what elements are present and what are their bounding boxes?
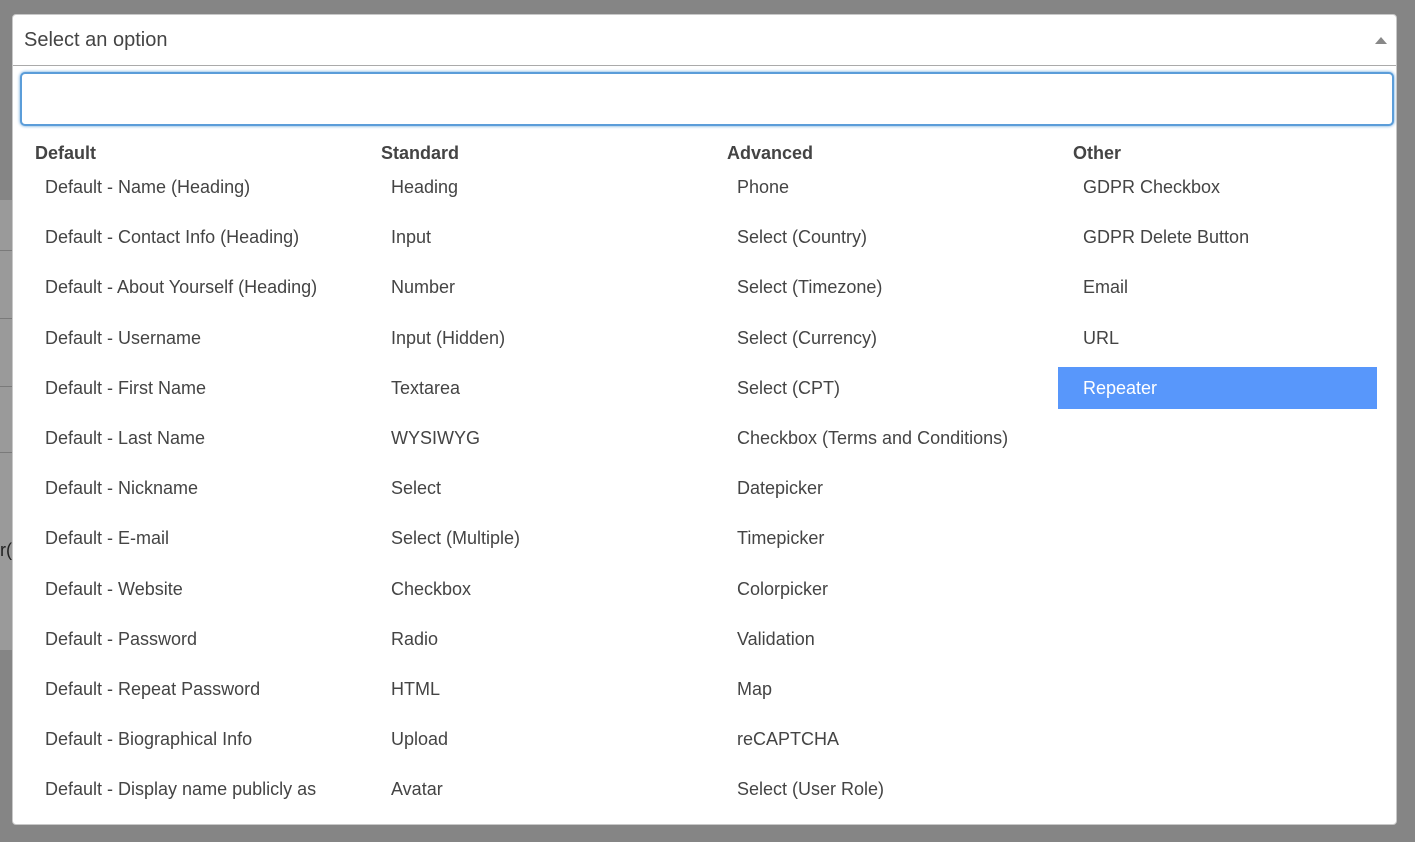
option-item[interactable]: WYSIWYG bbox=[366, 417, 685, 459]
option-item[interactable]: Select (User Role) bbox=[712, 768, 1031, 810]
option-item[interactable]: Default - Website bbox=[20, 568, 339, 610]
option-item[interactable]: Upload bbox=[366, 718, 685, 760]
option-item[interactable]: Radio bbox=[366, 618, 685, 660]
select-dropdown[interactable]: Select an option Default Default - Name (… bbox=[12, 14, 1397, 825]
option-item[interactable]: Default - E-mail bbox=[20, 517, 339, 559]
options-list: Default Default - Name (Heading) Default -… bbox=[13, 138, 1396, 818]
option-item[interactable]: Default - Repeat Password bbox=[20, 668, 339, 710]
option-item[interactable]: Select bbox=[366, 467, 685, 509]
option-item[interactable]: Timepicker bbox=[712, 517, 1031, 559]
option-item[interactable]: Repeater bbox=[1058, 366, 1377, 409]
option-item[interactable]: Select (Multiple) bbox=[366, 517, 685, 559]
option-item[interactable]: reCAPTCHA bbox=[712, 718, 1031, 760]
option-item[interactable]: Avatar bbox=[366, 768, 685, 810]
option-item[interactable]: Phone bbox=[712, 166, 1031, 208]
option-item[interactable]: Heading bbox=[366, 166, 685, 208]
option-group-advanced: Advanced Phone Select (Country) Select (Tim… bbox=[705, 138, 1051, 818]
option-group-title: Advanced bbox=[727, 143, 814, 163]
option-group-title: Other bbox=[1073, 143, 1122, 163]
option-item[interactable]: Default - Biographical Info bbox=[20, 718, 339, 760]
option-item[interactable]: Number bbox=[366, 266, 685, 308]
option-item[interactable]: URL bbox=[1058, 317, 1377, 359]
option-item[interactable]: Input (Hidden) bbox=[366, 317, 685, 359]
search-input[interactable] bbox=[20, 72, 1394, 126]
option-item[interactable]: HTML bbox=[366, 668, 685, 710]
option-item[interactable]: Default - Display name publicly as bbox=[20, 768, 339, 810]
option-item[interactable]: Select (Currency) bbox=[712, 317, 1031, 359]
option-item[interactable]: Checkbox bbox=[366, 568, 685, 610]
option-item[interactable]: GDPR Delete Button bbox=[1058, 216, 1377, 258]
option-group-title: Standard bbox=[381, 143, 460, 163]
arrow-up-icon[interactable] bbox=[1375, 37, 1387, 44]
option-item[interactable]: Select (CPT) bbox=[712, 367, 1031, 409]
option-item[interactable]: Default - About Yourself (Heading) bbox=[20, 266, 339, 308]
option-item[interactable]: Input bbox=[366, 216, 685, 258]
option-item[interactable]: GDPR Checkbox bbox=[1058, 166, 1377, 208]
option-item[interactable]: Map bbox=[712, 668, 1031, 710]
option-item[interactable]: Checkbox (Terms and Conditions) bbox=[712, 417, 1031, 459]
option-item[interactable]: Default - Password bbox=[20, 618, 339, 660]
select-header[interactable]: Select an option bbox=[13, 15, 1396, 66]
option-item[interactable]: Default - Nickname bbox=[20, 467, 339, 509]
option-group-standard: Standard Heading Input Number Input (Hidden)… bbox=[359, 138, 705, 818]
option-item[interactable]: Select (Country) bbox=[712, 216, 1031, 258]
option-item[interactable]: Default - Last Name bbox=[20, 417, 339, 459]
option-item[interactable]: Validation bbox=[712, 618, 1031, 660]
option-item[interactable]: Textarea bbox=[366, 367, 685, 409]
option-item[interactable]: Datepicker bbox=[712, 467, 1031, 509]
option-group-default: Default Default - Name (Heading) Default -… bbox=[13, 138, 359, 818]
option-item[interactable]: Colorpicker bbox=[712, 568, 1031, 610]
option-item[interactable]: Default - Contact Info (Heading) bbox=[20, 216, 339, 258]
select-placeholder: Select an option bbox=[24, 29, 168, 51]
option-item[interactable]: Default - Name (Heading) bbox=[20, 166, 339, 208]
option-item[interactable]: Email bbox=[1058, 266, 1377, 308]
option-item[interactable]: Default - Username bbox=[20, 317, 339, 359]
option-group-other: Other GDPR Checkbox GDPR Delete Button Emai… bbox=[1051, 138, 1396, 818]
option-item[interactable]: Select (Timezone) bbox=[712, 266, 1031, 308]
option-item[interactable]: Default - First Name bbox=[20, 367, 339, 409]
option-group-title: Default bbox=[35, 143, 97, 163]
